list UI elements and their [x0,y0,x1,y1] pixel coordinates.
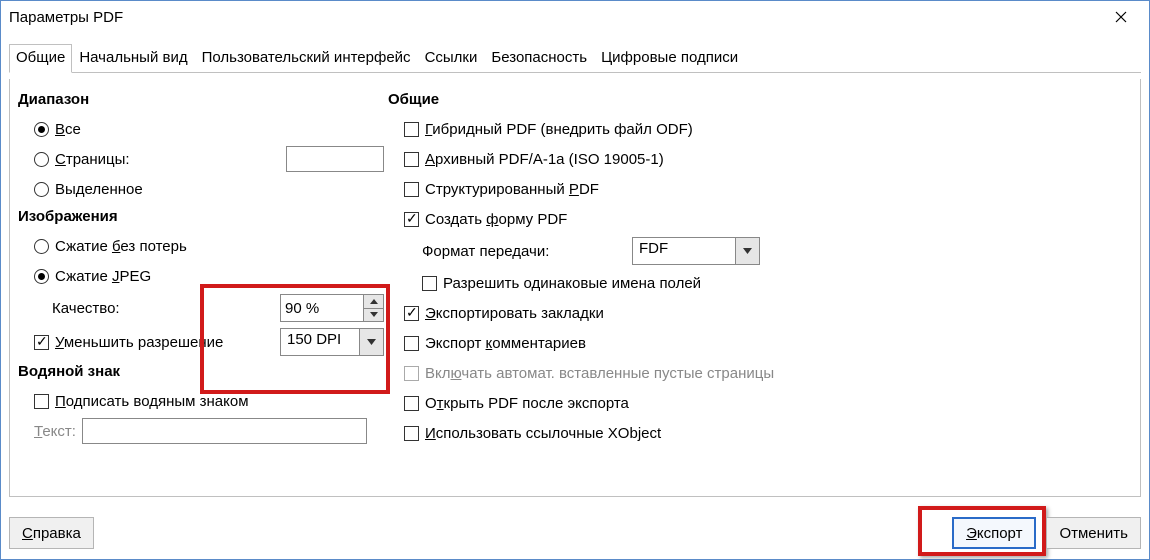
watermark-sign-check[interactable]: Подписать водяным знаком [34,393,249,410]
left-column: Диапазон Все Страницы: [18,87,388,448]
lossless-input[interactable] [34,239,49,254]
range-pages-input[interactable] [34,152,49,167]
general-heading: Общие [388,91,1132,108]
reduce-resolution-check[interactable]: Уменьшить разрешение [34,334,223,351]
pdf-options-dialog: Параметры PDF Общие Начальный вид Пользо… [0,0,1150,560]
export-button[interactable]: Экспорт [952,517,1036,549]
xobject-input[interactable] [404,426,419,441]
watermark-text-label: Текст: [34,423,76,440]
chevron-down-icon [370,312,378,317]
jpeg-label: Сжатие JPEG [55,268,151,285]
tab-user-interface[interactable]: Пользовательский интерфейс [195,44,418,73]
tab-initial-view[interactable]: Начальный вид [72,44,194,73]
tab-signatures[interactable]: Цифровые подписи [594,44,745,73]
comments-input[interactable] [404,336,419,351]
tab-links[interactable]: Ссылки [418,44,485,73]
lossless-radio[interactable]: Сжатие без потерь [34,238,187,255]
create-form-label: Создать форму PDF [425,211,567,228]
quality-up-button[interactable] [363,295,383,309]
open-after-check[interactable]: Открыть PDF после экспорта [404,395,629,412]
range-all-input[interactable] [34,122,49,137]
bookmarks-input[interactable] [404,306,419,321]
open-after-input[interactable] [404,396,419,411]
archive-check[interactable]: Архивный PDF/A-1a (ISO 19005-1) [404,151,664,168]
tab-general[interactable]: Общие [9,44,72,73]
range-selection-label: Выделенное [55,181,143,198]
range-all-label: Все [55,121,81,138]
dpi-arrow[interactable] [359,329,383,355]
chevron-down-icon [743,248,752,254]
tab-bar: Общие Начальный вид Пользовательский инт… [9,43,1141,73]
quality-down-button[interactable] [363,309,383,322]
range-selection-input[interactable] [34,182,49,197]
archive-label: Архивный PDF/A-1a (ISO 19005-1) [425,151,664,168]
format-label: Формат передачи: [422,243,632,260]
structured-check[interactable]: Структурированный PDF [404,181,599,198]
quality-label: Качество: [34,300,120,317]
right-column: Общие Гибридный PDF (внедрить файл ODF) … [388,87,1132,448]
watermark-sign-input[interactable] [34,394,49,409]
allow-dup-check[interactable]: Разрешить одинаковые имена полей [422,275,701,292]
blank-pages-input [404,366,419,381]
structured-label: Структурированный PDF [425,181,599,198]
title-bar: Параметры PDF [1,1,1149,33]
hybrid-input[interactable] [404,122,419,137]
lossless-label: Сжатие без потерь [55,238,187,255]
archive-input[interactable] [404,152,419,167]
range-heading: Диапазон [18,91,388,108]
range-selection-radio[interactable]: Выделенное [34,181,143,198]
format-value: FDF [633,238,735,264]
watermark-sign-label: Подписать водяным знаком [55,393,249,410]
watermark-heading: Водяной знак [18,363,388,380]
create-form-input[interactable] [404,212,419,227]
close-button[interactable] [1099,2,1143,32]
hybrid-label: Гибридный PDF (внедрить файл ODF) [425,121,693,138]
allow-dup-input[interactable] [422,276,437,291]
quality-spinner[interactable] [280,294,384,322]
format-combo[interactable]: FDF [632,237,760,265]
quality-value[interactable] [281,295,363,321]
bookmarks-check[interactable]: Экспортировать закладки [404,305,604,322]
jpeg-input[interactable] [34,269,49,284]
comments-check[interactable]: Экспорт комментариев [404,335,586,352]
dpi-combo[interactable]: 150 DPI [280,328,384,356]
xobject-label: Использовать ссылочные XObject [425,425,661,442]
open-after-label: Открыть PDF после экспорта [425,395,629,412]
blank-pages-check: Включать автомат. вставленные пустые стр… [404,365,774,382]
reduce-resolution-label: Уменьшить разрешение [55,334,223,351]
chevron-down-icon [367,339,376,345]
watermark-text-input [82,418,367,444]
tab-security[interactable]: Безопасность [484,44,594,73]
create-form-check[interactable]: Создать форму PDF [404,211,567,228]
range-pages-label: Страницы: [55,151,130,168]
hybrid-check[interactable]: Гибридный PDF (внедрить файл ODF) [404,121,693,138]
window-title: Параметры PDF [9,9,1099,26]
xobject-check[interactable]: Использовать ссылочные XObject [404,425,661,442]
format-arrow[interactable] [735,238,759,264]
allow-dup-label: Разрешить одинаковые имена полей [443,275,701,292]
content-area: Диапазон Все Страницы: [9,79,1141,497]
blank-pages-label: Включать автомат. вставленные пустые стр… [425,365,774,382]
jpeg-radio[interactable]: Сжатие JPEG [34,268,151,285]
help-button[interactable]: Справка [9,517,94,549]
structured-input[interactable] [404,182,419,197]
pages-input[interactable] [286,146,384,172]
bookmarks-label: Экспортировать закладки [425,305,604,322]
reduce-resolution-input[interactable] [34,335,49,350]
footer: Справка Экспорт Отменить [9,517,1141,549]
chevron-up-icon [370,299,378,304]
comments-label: Экспорт комментариев [425,335,586,352]
cancel-button[interactable]: Отменить [1046,517,1141,549]
close-icon [1115,11,1127,23]
range-pages-radio[interactable]: Страницы: [34,151,130,168]
dpi-value: 150 DPI [281,329,359,355]
range-all-radio[interactable]: Все [34,121,81,138]
images-heading: Изображения [18,208,388,225]
